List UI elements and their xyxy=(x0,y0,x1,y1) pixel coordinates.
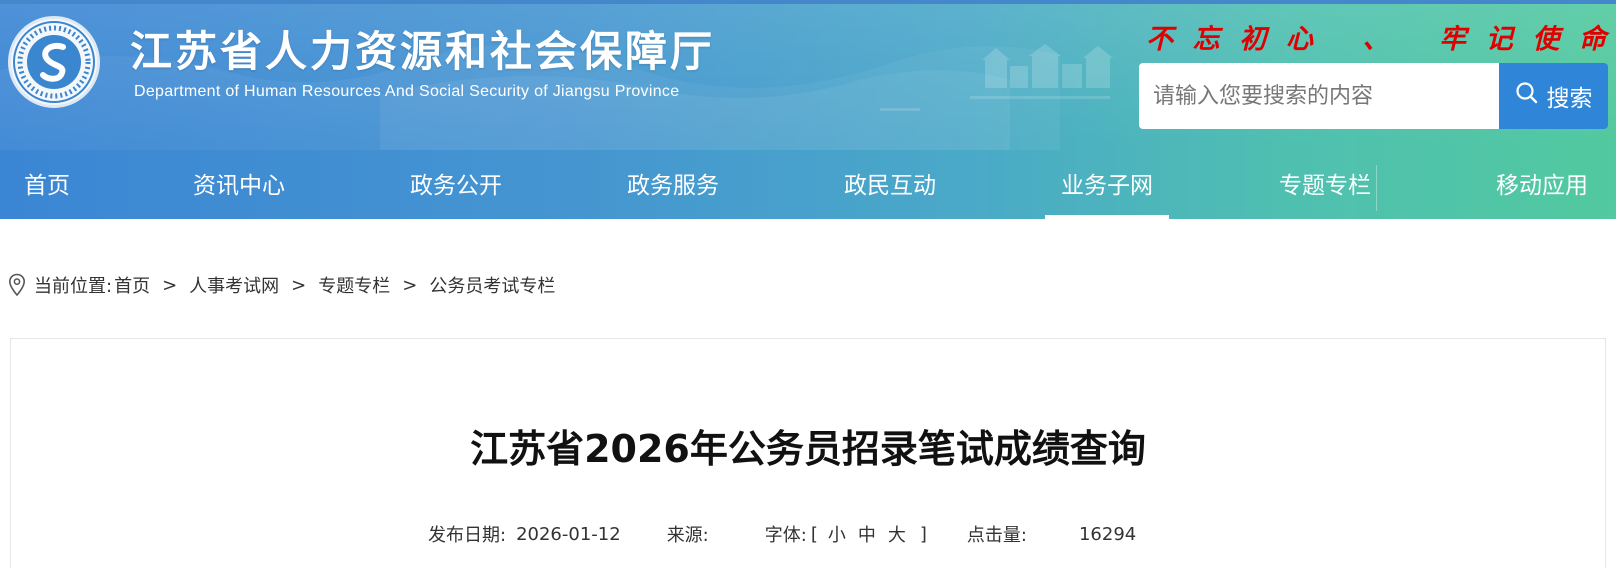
breadcrumb-link-special-topics[interactable]: 专题专栏 xyxy=(318,272,390,298)
font-medium-button[interactable]: 中 xyxy=(858,521,876,547)
breadcrumb-prefix: 当前位置: xyxy=(34,276,113,297)
hrss-emblem-icon[interactable] xyxy=(8,16,100,108)
breadcrumb-link-exam-site[interactable]: 人事考试网 xyxy=(189,272,279,298)
click-count-label: 点击量: xyxy=(966,525,1027,546)
breadcrumb-link-home[interactable]: 首页 xyxy=(114,272,150,298)
font-small-button[interactable]: 小 xyxy=(828,521,846,547)
site-header: 江苏省人力资源和社会保障厅 Department of Human Resour… xyxy=(0,0,1616,219)
nav-item-special-topics[interactable]: 专题专栏 xyxy=(1279,155,1371,219)
nav-item-home[interactable]: 首页 xyxy=(24,155,70,219)
search-button[interactable]: 搜索 xyxy=(1499,63,1608,129)
source-label: 来源: xyxy=(666,525,709,546)
site-title: 江苏省人力资源和社会保障厅 xyxy=(130,27,716,76)
publish-date-label: 发布日期: xyxy=(428,525,507,546)
nav-item-gov-open[interactable]: 政务公开 xyxy=(410,155,502,219)
slogan-char: 使 xyxy=(1532,23,1560,55)
location-pin-icon xyxy=(8,273,26,297)
nav-item-mobile-apps[interactable]: 移动应用 xyxy=(1496,155,1588,219)
slogan-char: 不 xyxy=(1146,23,1173,55)
breadcrumb: 当前位置: 首页 > 人事考试网 > 专题专栏 > 公务员考试专栏 xyxy=(8,272,555,298)
slogan-char: 记 xyxy=(1485,23,1513,55)
site-subtitle: Department of Human Resources And Social… xyxy=(134,83,680,100)
click-count: 16294 xyxy=(1078,523,1137,545)
font-size-label: 字体: xyxy=(764,525,807,546)
nav-divider xyxy=(1376,165,1377,211)
search-button-label: 搜索 xyxy=(1546,86,1593,112)
nav-item-business-subnet[interactable]: 业务子网 xyxy=(1045,155,1169,219)
font-size-bracket-open: [ xyxy=(810,523,818,545)
breadcrumb-separator: > xyxy=(291,274,307,296)
nav-item-news[interactable]: 资讯中心 xyxy=(193,155,285,219)
main-nav: 首页 资讯中心 政务公开 政务服务 政民互动 业务子网 专题专栏 移动应用 xyxy=(0,155,1616,219)
nav-item-gov-service[interactable]: 政务服务 xyxy=(627,155,719,219)
breadcrumb-link-civil-exam[interactable]: 公务员考试专栏 xyxy=(429,272,555,298)
publish-date: 2026-01-12 xyxy=(516,523,621,545)
slogan-char: 初 xyxy=(1239,23,1267,55)
slogan-char: 命 xyxy=(1579,23,1606,55)
slogan: 不 忘 初 心 、 牢 记 使 命 xyxy=(1146,12,1606,60)
search-icon xyxy=(1515,81,1539,111)
breadcrumb-separator: > xyxy=(162,274,178,296)
breadcrumb-separator: > xyxy=(402,274,418,296)
font-large-button[interactable]: 大 xyxy=(888,521,906,547)
article-title: 江苏省2026年公务员招录笔试成绩查询 xyxy=(470,427,1146,471)
search-input[interactable] xyxy=(1139,63,1499,129)
slogan-char: 、 xyxy=(1362,23,1390,55)
nav-item-interaction[interactable]: 政民互动 xyxy=(844,155,936,219)
article-meta: 发布日期: 2026-01-12 来源: 字体: [ 小 中 大 ] 点击量: … xyxy=(428,520,1136,548)
slogan-char: 牢 xyxy=(1439,23,1467,55)
slogan-char: 心 xyxy=(1285,23,1313,55)
font-size-bracket-close: ] xyxy=(919,523,927,545)
slogan-char: 忘 xyxy=(1192,23,1220,55)
